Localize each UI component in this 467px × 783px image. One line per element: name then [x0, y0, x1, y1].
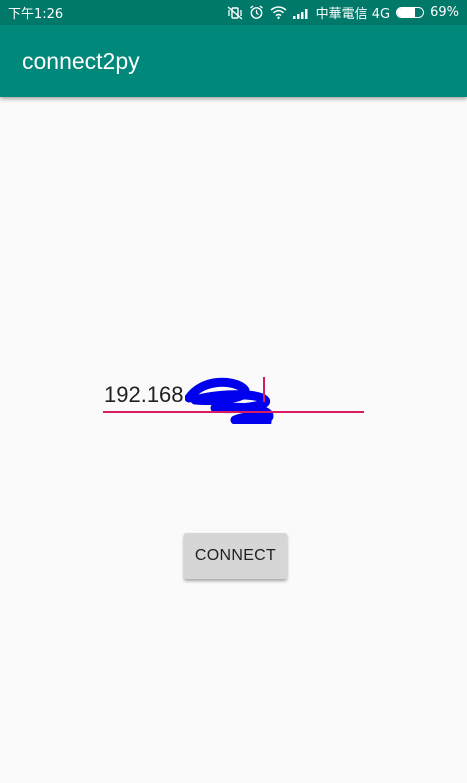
status-icons: 中華電信 4G 69%: [227, 3, 459, 22]
alarm-icon: [249, 5, 264, 20]
input-underline: [103, 411, 364, 413]
battery-percent: 69%: [430, 5, 459, 20]
connect-button[interactable]: CONNECT: [184, 533, 287, 579]
wifi-icon: [270, 6, 287, 19]
redaction-scribble: [185, 377, 274, 424]
status-bar: 下午1:26 中華電信 4G 69%: [0, 0, 467, 25]
battery-level-fill: [397, 8, 416, 17]
app-title: connect2py: [22, 47, 140, 74]
carrier-label: 中華電信 4G: [315, 7, 391, 22]
ip-address-input[interactable]: 192.168: [103, 370, 364, 424]
app-bar: connect2py: [0, 25, 467, 97]
ip-address-value[interactable]: 192.168: [104, 382, 184, 408]
status-time: 下午1:26: [8, 7, 64, 22]
battery-icon: [396, 7, 425, 18]
text-cursor: [263, 377, 265, 402]
mute-vibrate-icon: [227, 5, 243, 20]
signal-icon: [292, 7, 310, 19]
